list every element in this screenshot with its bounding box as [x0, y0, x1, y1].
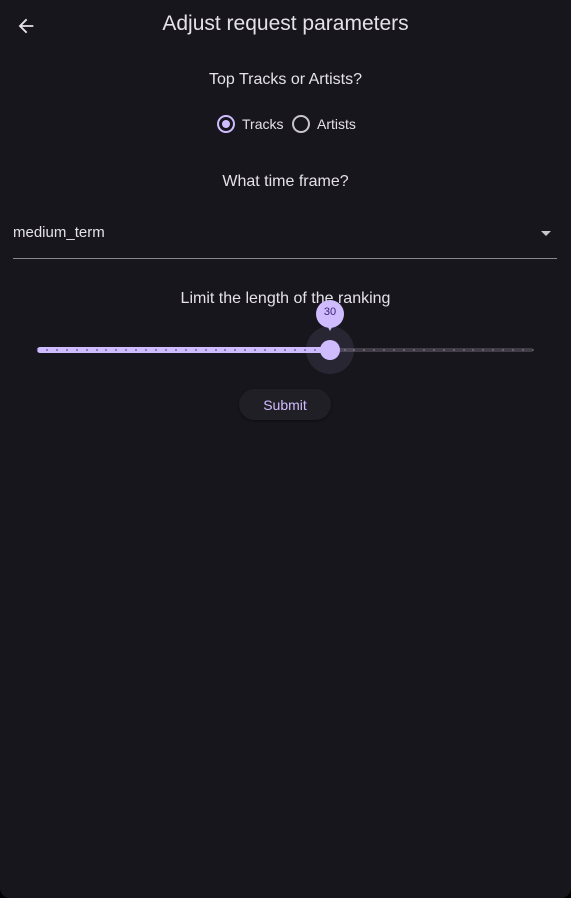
slider-tick: [56, 349, 58, 351]
slider-tick: [135, 349, 137, 351]
slider-thumb[interactable]: [320, 340, 340, 360]
radio-artists[interactable]: [292, 115, 310, 133]
slider-tick: [522, 349, 524, 351]
slider-tick: [185, 349, 187, 351]
radio-tracks-label[interactable]: Tracks: [242, 116, 283, 132]
limit-question: Limit the length of the ranking: [180, 290, 391, 307]
page-title: Adjust request parameters: [162, 12, 409, 35]
slider-tick: [165, 349, 167, 351]
slider-tick: [314, 349, 316, 351]
slider-tick: [145, 349, 147, 351]
app-bar: Adjust request parameters: [0, 0, 571, 52]
slider-tick: [373, 349, 375, 351]
slider-tick: [76, 349, 78, 351]
slider-tick: [215, 349, 217, 351]
slider-value-label: 30: [323, 306, 337, 318]
slider-tick: [532, 349, 534, 351]
slider-tick: [115, 349, 117, 351]
slider-tick: [86, 349, 88, 351]
slider-tick: [96, 349, 98, 351]
dropdown-arrow-icon: [541, 231, 551, 236]
radio-tracks[interactable]: [217, 115, 235, 133]
slider-tick: [36, 349, 38, 351]
slider-tick: [46, 349, 48, 351]
slider-tick: [294, 349, 296, 351]
slider-tick: [393, 349, 395, 351]
slider-tick: [353, 349, 355, 351]
slider-tick: [453, 349, 455, 351]
slider-tick: [105, 349, 107, 351]
slider-tick: [443, 349, 445, 351]
slider-tick: [492, 349, 494, 351]
radio-artists-label[interactable]: Artists: [317, 116, 356, 132]
slider-tick: [264, 349, 266, 351]
slider-tick: [224, 349, 226, 351]
slider-tick: [244, 349, 246, 351]
slider-tick: [363, 349, 365, 351]
slider-tick: [512, 349, 514, 351]
submit-button[interactable]: Submit: [239, 389, 331, 420]
time-frame-question: What time frame?: [222, 173, 349, 190]
slider-tick: [502, 349, 504, 351]
slider-tick: [344, 349, 346, 351]
type-question: Top Tracks or Artists?: [209, 71, 362, 88]
type-radio-group: Tracks Artists: [0, 113, 571, 135]
time-frame-dropdown[interactable]: medium_term: [13, 216, 557, 259]
slider-tick: [472, 349, 474, 351]
slider-tick: [463, 349, 465, 351]
slider-tick: [175, 349, 177, 351]
slider-tick: [423, 349, 425, 351]
slider-tick: [234, 349, 236, 351]
limit-slider[interactable]: 30: [36, 300, 534, 380]
slider-tick: [284, 349, 286, 351]
slider-tick: [433, 349, 435, 351]
slider-tick: [125, 349, 127, 351]
slider-tick: [383, 349, 385, 351]
slider-tick: [413, 349, 415, 351]
slider-tick: [155, 349, 157, 351]
slider-value-indicator: 30: [316, 300, 344, 334]
slider-tick: [482, 349, 484, 351]
slider-tick: [195, 349, 197, 351]
slider-tick: [205, 349, 207, 351]
time-frame-value: medium_term: [13, 224, 105, 241]
slider-tick: [403, 349, 405, 351]
slider-tick: [254, 349, 256, 351]
slider-tick: [304, 349, 306, 351]
slider-tick: [66, 349, 68, 351]
slider-tick: [274, 349, 276, 351]
screen: Adjust request parameters Top Tracks or …: [0, 0, 571, 898]
